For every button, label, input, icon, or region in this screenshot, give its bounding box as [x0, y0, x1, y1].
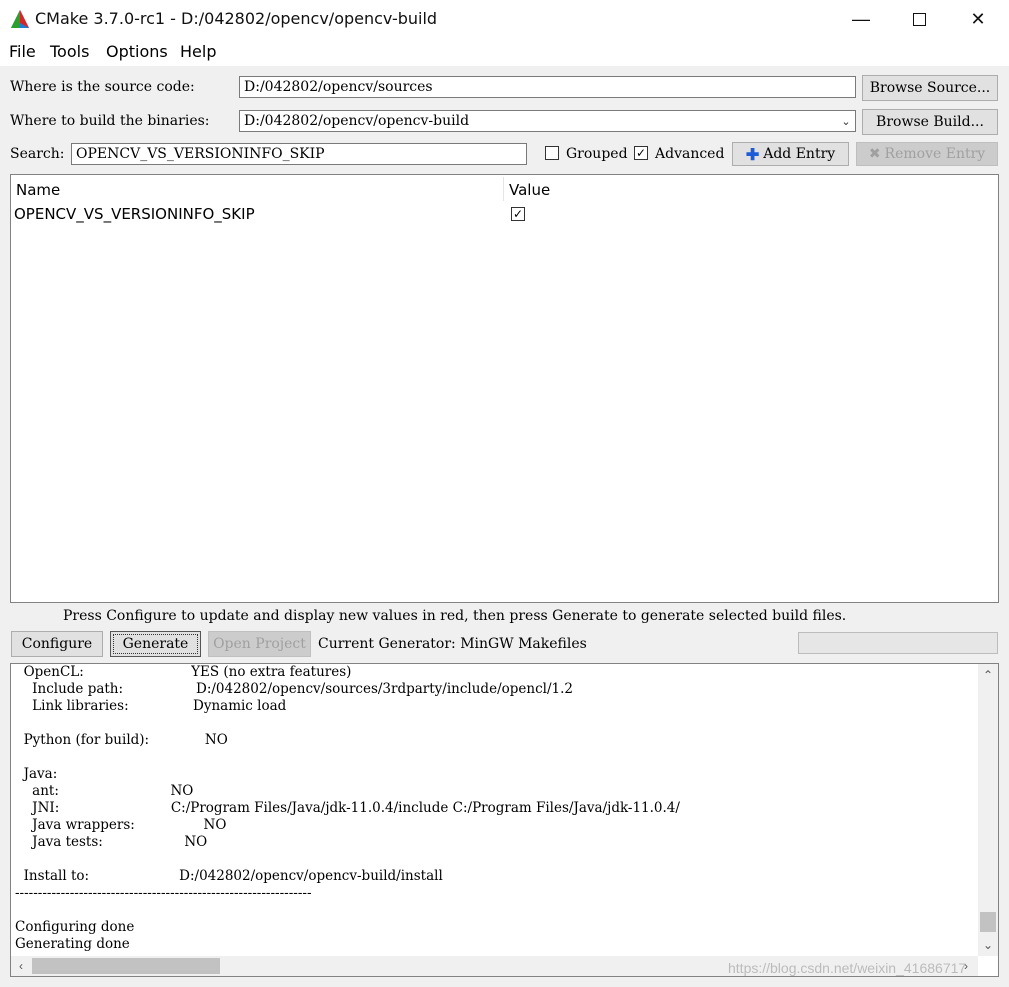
entry-name: OPENCV_VS_VERSIONINFO_SKIP	[14, 205, 255, 223]
scroll-up-icon[interactable]: ⌃	[979, 666, 997, 684]
menu-file[interactable]: File	[9, 42, 36, 61]
grouped-label: Grouped	[566, 146, 628, 162]
build-label: Where to build the binaries:	[10, 113, 210, 129]
column-divider	[503, 177, 504, 201]
build-path-value: D:/042802/opencv/opencv-build	[244, 113, 470, 129]
search-label: Search:	[10, 146, 65, 162]
advanced-checkbox[interactable]: ✓	[634, 146, 648, 160]
minimize-button[interactable]: —	[832, 0, 890, 38]
checkmark-icon: ✓	[635, 146, 647, 160]
horizontal-scroll-thumb[interactable]	[32, 958, 220, 974]
search-input[interactable]: OPENCV_VS_VERSIONINFO_SKIP	[71, 143, 527, 165]
browse-source-button[interactable]: Browse Source...	[862, 75, 998, 101]
column-header-value[interactable]: Value	[509, 181, 550, 199]
menu-tools[interactable]: Tools	[50, 42, 89, 61]
cmake-logo-icon	[11, 10, 29, 28]
remove-entry-label: Remove Entry	[884, 146, 986, 162]
plus-icon: ✚	[745, 144, 760, 164]
scroll-down-icon[interactable]: ⌄	[979, 936, 997, 954]
current-generator: Current Generator: MinGW Makefiles	[318, 636, 587, 652]
browse-build-button[interactable]: Browse Build...	[862, 109, 998, 135]
maximize-icon	[912, 12, 926, 26]
hint-text: Press Configure to update and display ne…	[63, 608, 847, 624]
source-path-input[interactable]: D:/042802/opencv/sources	[239, 76, 856, 98]
maximize-button[interactable]	[890, 0, 948, 38]
source-label: Where is the source code:	[10, 79, 195, 95]
vertical-scrollbar[interactable]: ⌃ ⌄	[978, 664, 998, 956]
remove-entry-button[interactable]: ✖ Remove Entry	[856, 142, 998, 166]
vertical-scroll-thumb[interactable]	[980, 912, 996, 932]
column-header-name[interactable]: Name	[16, 181, 60, 199]
close-icon: ✕	[970, 8, 986, 29]
remove-icon: ✖	[868, 146, 881, 162]
table-row[interactable]: OPENCV_VS_VERSIONINFO_SKIP ✓	[11, 203, 998, 225]
progress-bar	[798, 632, 998, 654]
window-title: CMake 3.7.0-rc1 - D:/042802/opencv/openc…	[35, 9, 438, 28]
checkmark-icon: ✓	[512, 207, 524, 221]
watermark: https://blog.csdn.net/weixin_41686717	[728, 960, 967, 976]
add-entry-button[interactable]: ✚ Add Entry	[732, 142, 849, 166]
close-button[interactable]: ✕	[949, 0, 1007, 38]
scroll-left-icon[interactable]: ‹	[12, 957, 30, 975]
add-entry-label: Add Entry	[763, 146, 836, 162]
entry-value-checkbox[interactable]: ✓	[511, 207, 525, 221]
cache-table: Name Value OPENCV_VS_VERSIONINFO_SKIP ✓	[10, 174, 999, 603]
build-path-combobox[interactable]: D:/042802/opencv/opencv-build	[239, 110, 856, 132]
minimize-icon: —	[852, 8, 870, 29]
open-project-button[interactable]: Open Project	[208, 631, 311, 657]
advanced-label: Advanced	[655, 146, 725, 162]
chevron-down-icon[interactable]: ⌄	[838, 111, 854, 131]
menu-options[interactable]: Options	[106, 42, 168, 61]
output-log: OpenCL: YES (no extra features) Include …	[10, 663, 999, 977]
log-text: OpenCL: YES (no extra features) Include …	[15, 664, 680, 952]
configure-button[interactable]: Configure	[11, 631, 103, 657]
menu-help[interactable]: Help	[180, 42, 216, 61]
generate-button[interactable]: Generate	[110, 631, 201, 657]
grouped-checkbox[interactable]	[545, 146, 559, 160]
